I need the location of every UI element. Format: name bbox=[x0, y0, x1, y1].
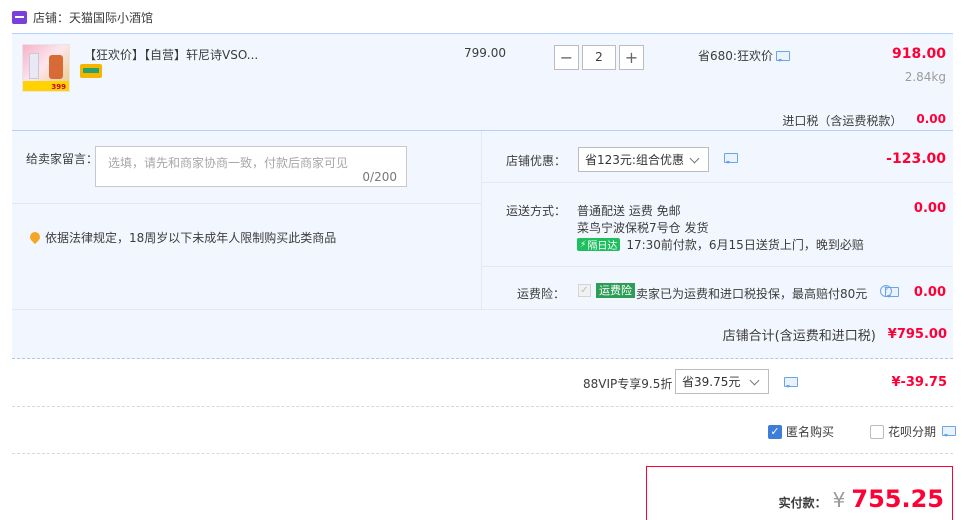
payment-summary-box: 实付款： ¥ 755.25 bbox=[646, 466, 953, 520]
insurance-label: 运费险： bbox=[517, 287, 566, 301]
next-day-badge: ⚡ 隔日达 bbox=[577, 238, 621, 252]
product-thumbnail[interactable]: 399 bbox=[22, 44, 70, 92]
options-divider bbox=[12, 453, 953, 454]
vip-value: ¥-39.75 bbox=[891, 375, 947, 390]
item-weight: 2.84kg bbox=[904, 70, 946, 84]
item-row: 399 【狂欢价】【自营】轩尼诗VSO... 799.00 − 2 + 省680… bbox=[12, 33, 953, 130]
delivery-text: 17:30前付款，6月15日送货上门，晚到必赔 bbox=[626, 238, 864, 252]
discount-divider bbox=[482, 182, 953, 183]
shop-discount-value: -123.00 bbox=[886, 151, 946, 167]
insurance-value: 0.00 bbox=[913, 285, 946, 300]
message-textarea[interactable]: 选填，请先和商家协商一致，付款后商家可见 0/200 bbox=[95, 146, 407, 187]
thumb-caption: 399 bbox=[51, 83, 66, 91]
card-icon bbox=[80, 64, 102, 78]
insurance-text: 卖家已为运费和进口税投保，最高赔付80元 bbox=[636, 287, 868, 301]
order-details-panel: 给卖家留言： 选填，请先和商家协商一致，付款后商家可见 0/200 依据法律规定… bbox=[12, 130, 953, 359]
anonymous-option[interactable]: ✓ 匿名购买 bbox=[768, 423, 834, 440]
vip-divider bbox=[12, 406, 953, 407]
chevron-down-icon bbox=[749, 375, 760, 386]
lightning-icon: ⚡ bbox=[580, 239, 587, 250]
import-tax-row: 进口税（含运费税款） 0.00 bbox=[782, 112, 946, 129]
huabei-label: 花呗分期 bbox=[888, 425, 937, 439]
shipping-label: 运送方式： bbox=[506, 204, 567, 218]
message-label: 给卖家留言： bbox=[26, 152, 99, 166]
left-divider bbox=[12, 203, 481, 204]
insurance-tag: 运费险 bbox=[596, 283, 635, 298]
shipping-value: 0.00 bbox=[913, 201, 946, 216]
promo-text: 省680:狂欢价 bbox=[698, 49, 773, 63]
shipping-line1: 普通配送 运费 免邮 bbox=[577, 204, 681, 218]
anonymous-checkbox[interactable]: ✓ bbox=[768, 424, 782, 439]
age-notice: 依据法律规定，18周岁以下未成年人限制购买此类商品 bbox=[27, 229, 337, 246]
huabei-info-icon[interactable] bbox=[942, 426, 957, 437]
anonymous-label: 匿名购买 bbox=[786, 425, 835, 439]
shipping-line3: ⚡ 隔日达 17:30前付款，6月15日送货上门，晚到必赔 bbox=[577, 236, 864, 253]
item-total: 918.00 bbox=[891, 46, 946, 62]
insurance-checkbox: ✓ bbox=[578, 284, 591, 297]
discount-info-icon[interactable] bbox=[724, 153, 738, 164]
shop-name-link[interactable]: 天猫国际小酒馆 bbox=[69, 9, 153, 26]
promo-info-icon[interactable] bbox=[776, 51, 790, 62]
shop-total-row: 店铺合计(含运费和进口税) ¥795.00 bbox=[723, 325, 947, 344]
shop-label: 店铺： bbox=[33, 11, 70, 25]
quantity-decrease-button[interactable]: − bbox=[554, 45, 579, 70]
payment-label: 实付款： bbox=[778, 496, 827, 510]
payment-row: 实付款： ¥ 755.25 bbox=[779, 485, 944, 513]
shipping-divider bbox=[482, 266, 953, 267]
shop-total-value: ¥795.00 bbox=[887, 327, 947, 342]
unit-price: 799.00 bbox=[464, 46, 506, 60]
import-tax-value: 0.00 bbox=[916, 112, 946, 126]
product-title-link[interactable]: 【狂欢价】【自营】轩尼诗VSO... bbox=[84, 46, 258, 63]
quantity-input[interactable]: 2 bbox=[582, 45, 616, 70]
shipping-line2: 菜鸟宁波保税7号仓 发货 bbox=[577, 221, 709, 235]
location-pin-icon bbox=[27, 229, 43, 244]
vip-discount-select[interactable]: 省39.75元 bbox=[675, 369, 769, 394]
payment-amount: 755.25 bbox=[851, 485, 944, 513]
total-divider bbox=[12, 309, 953, 310]
quantity-increase-button[interactable]: + bbox=[619, 45, 644, 70]
age-notice-text: 依据法律规定，18周岁以下未成年人限制购买此类商品 bbox=[45, 231, 337, 245]
next-day-badge-text: 隔日达 bbox=[587, 241, 618, 252]
huabei-option[interactable]: 花呗分期 bbox=[870, 423, 957, 440]
shop-discount-select[interactable]: 省123元:组合优惠 bbox=[578, 147, 709, 172]
import-tax-label: 进口税（含运费税款） bbox=[782, 114, 903, 128]
vip-info-icon[interactable] bbox=[784, 377, 798, 388]
message-placeholder: 选填，请先和商家协商一致，付款后商家可见 bbox=[108, 156, 349, 170]
payment-currency: ¥ bbox=[832, 488, 846, 512]
shop-total-label: 店铺合计(含运费和进口税) bbox=[722, 329, 876, 344]
huabei-checkbox[interactable] bbox=[870, 424, 884, 439]
shop-discount-selected: 省123元:组合优惠 bbox=[585, 153, 684, 167]
message-counter: 0/200 bbox=[362, 170, 397, 184]
shop-discount-label: 店铺优惠： bbox=[506, 154, 567, 168]
help-icon[interactable]: ? bbox=[880, 285, 892, 297]
shop-header: 店铺： 天猫国际小酒馆 bbox=[12, 9, 153, 26]
chevron-down-icon bbox=[689, 153, 700, 164]
vip-selected: 省39.75元 bbox=[682, 375, 741, 389]
vip-label: 88VIP专享9.5折 bbox=[583, 377, 673, 391]
tmall-shop-icon bbox=[12, 11, 27, 24]
